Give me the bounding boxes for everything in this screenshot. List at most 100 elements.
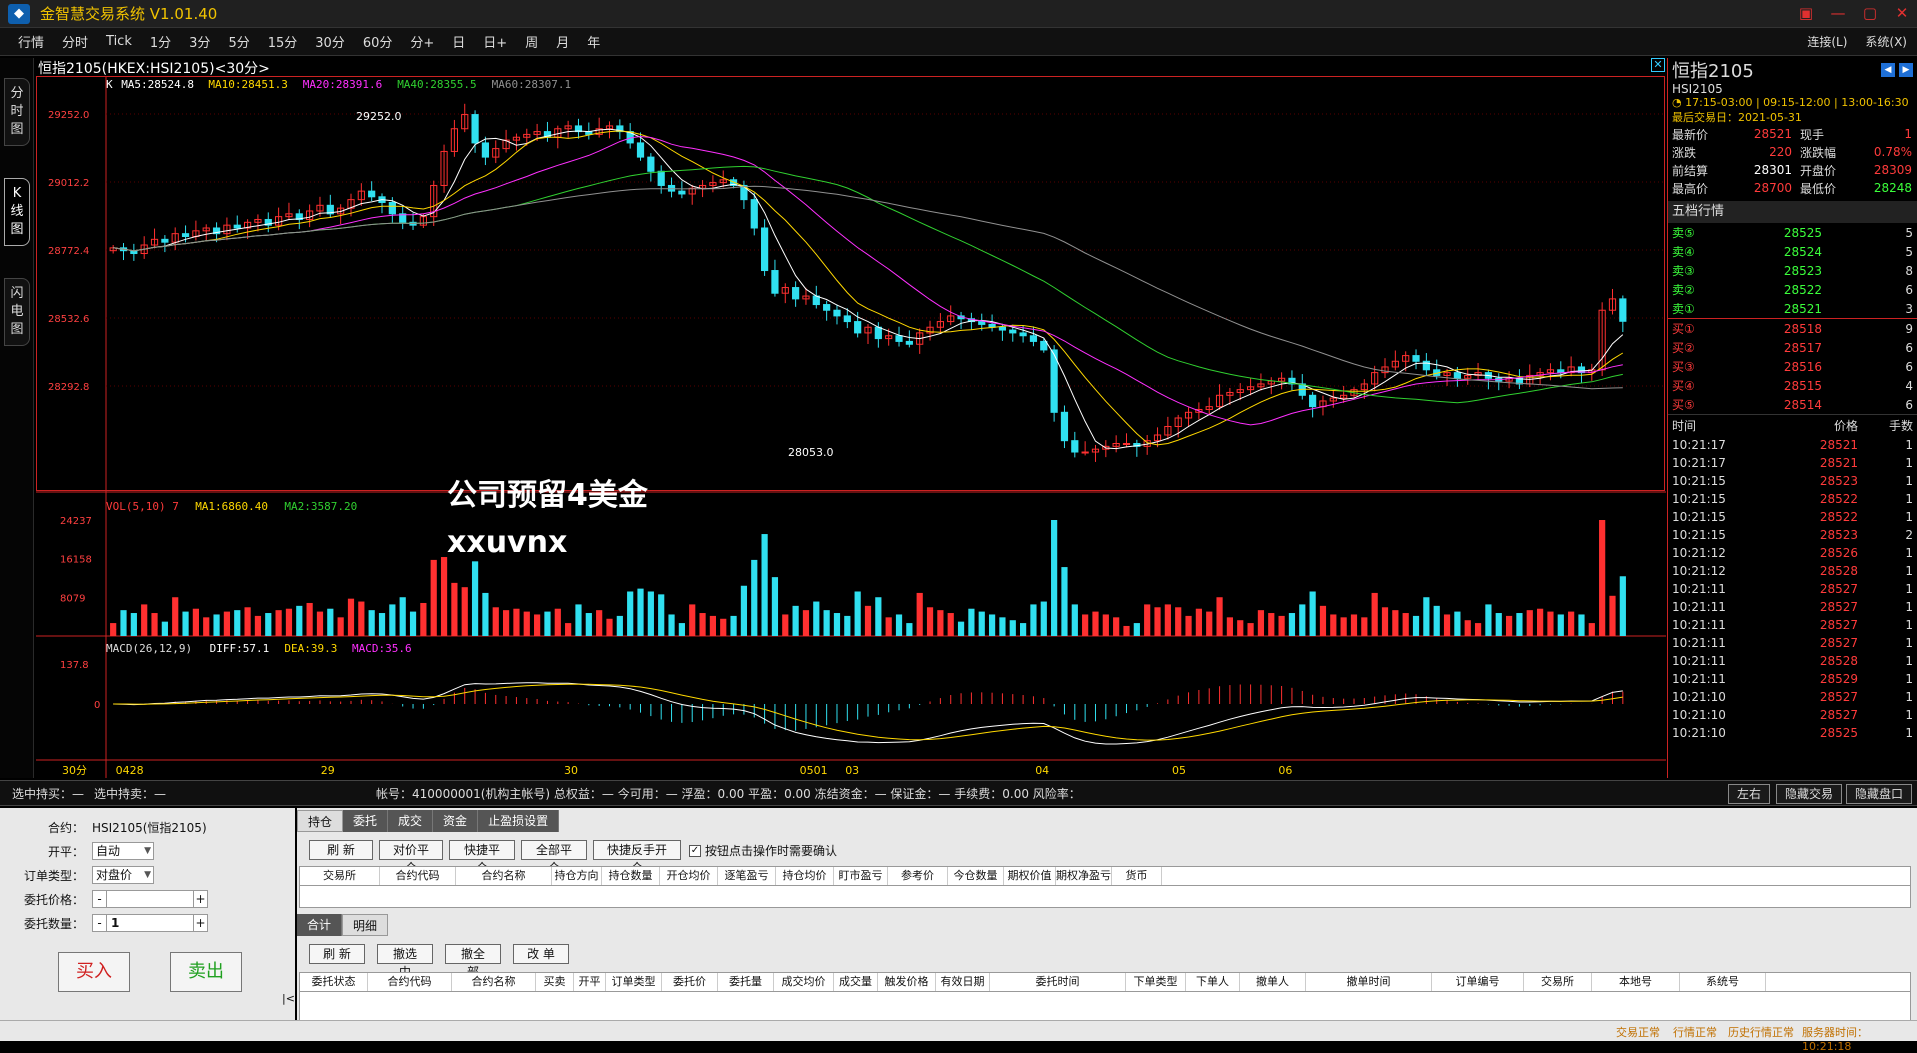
order-col[interactable]: 合约代码 (368, 973, 452, 991)
order-col[interactable]: 委托量 (718, 973, 774, 991)
order-col[interactable]: 触发价格 (878, 973, 936, 991)
trade-tab-4[interactable]: 止盈损设置 (478, 810, 560, 832)
tab-kline[interactable]: K线图 (4, 178, 30, 246)
menu-item-3[interactable]: 1分 (150, 32, 171, 51)
position-col[interactable]: 参考价 (888, 867, 948, 885)
menu-icon[interactable]: ▣ (1797, 4, 1815, 22)
quantity-stepper[interactable]: - 1 + (92, 914, 208, 932)
price-input[interactable] (107, 891, 193, 907)
qty-plus[interactable]: + (193, 915, 207, 931)
price-minus[interactable]: - (93, 891, 107, 907)
checkbox-checked-icon[interactable]: ✓ (689, 844, 701, 857)
bids-level[interactable]: 买① 28518 9 (1668, 319, 1917, 338)
position-col[interactable]: 持仓数量 (602, 867, 660, 885)
bids-level[interactable]: 买⑤ 28514 6 (1668, 395, 1917, 414)
price-stepper[interactable]: - + (92, 890, 208, 908)
buy-button[interactable]: 买入 (58, 952, 130, 992)
order-col[interactable]: 成交量 (834, 973, 878, 991)
asks-level[interactable]: 卖⑤ 28525 5 (1668, 223, 1917, 242)
position-col[interactable]: 逐笔盈亏 (718, 867, 776, 885)
order-col[interactable]: 撤单人 (1240, 973, 1306, 991)
asks-level[interactable]: 卖② 28522 6 (1668, 280, 1917, 299)
position-col[interactable]: 今仓数量 (948, 867, 1004, 885)
qty-input[interactable]: 1 (107, 915, 193, 931)
order-col[interactable]: 委托价 (662, 973, 718, 991)
order-col[interactable]: 订单类型 (606, 973, 662, 991)
position-button-4[interactable]: 快捷反手开仓 (593, 840, 681, 875)
tab-timeshare[interactable]: 分时图 (4, 78, 30, 146)
bids-level[interactable]: 买② 28517 6 (1668, 338, 1917, 357)
order-col[interactable]: 交易所 (1524, 973, 1592, 991)
order-col[interactable]: 合约名称 (452, 973, 536, 991)
menu-item-10[interactable]: 日 (452, 32, 465, 51)
order-col[interactable]: 开平 (574, 973, 606, 991)
asks-level[interactable]: 卖① 28521 3 (1668, 299, 1917, 318)
qty-minus[interactable]: - (93, 915, 107, 931)
position-col[interactable]: 合约代码 (380, 867, 456, 885)
sub-tab-0[interactable]: 合计 (297, 914, 343, 936)
menu-item-4[interactable]: 3分 (189, 32, 210, 51)
order-col[interactable]: 买卖 (536, 973, 574, 991)
confirm-checkbox[interactable]: ✓ 按钮点击操作时需要确认 (689, 842, 837, 859)
position-col[interactable]: 交易所 (300, 867, 380, 885)
menu-item-9[interactable]: 分+ (410, 32, 434, 51)
order-col[interactable]: 有效日期 (936, 973, 990, 991)
prev-contract-icon[interactable]: ◀ (1881, 63, 1895, 77)
tick-list[interactable]: 10:21:17 28521 1 10:21:17 28521 1 10:21:15 2852… (1668, 436, 1917, 742)
order-table-body[interactable] (299, 992, 1911, 1022)
order-col[interactable]: 订单编号 (1432, 973, 1524, 991)
asks-level[interactable]: 卖③ 28523 8 (1668, 261, 1917, 280)
position-button-2[interactable]: 快捷平仓 (449, 840, 515, 875)
menu-item-8[interactable]: 60分 (363, 32, 393, 51)
collapse-button[interactable]: |< (282, 992, 295, 1005)
order-button-0[interactable]: 刷 新 (309, 944, 365, 964)
minimize-icon[interactable]: — (1829, 4, 1847, 22)
hide-trade-button[interactable]: 隐藏交易 (1776, 784, 1843, 804)
order-button-3[interactable]: 改 单 (513, 944, 569, 964)
menu-item-7[interactable]: 30分 (315, 32, 345, 51)
system-menu[interactable]: 系统(X) (1865, 33, 1907, 50)
menu-item-13[interactable]: 月 (556, 32, 569, 51)
sub-tab-1[interactable]: 明细 (342, 914, 389, 936)
hide-quote-button[interactable]: 隐藏盘口 (1846, 784, 1913, 804)
bids-level[interactable]: 买④ 28515 4 (1668, 376, 1917, 395)
position-col[interactable]: 期权价值 (1004, 867, 1056, 885)
position-col[interactable]: 期权净盈亏 (1056, 867, 1112, 885)
position-col[interactable]: 合约名称 (456, 867, 552, 885)
order-button-1[interactable]: 撤选中 (377, 944, 433, 979)
order-button-2[interactable]: 撤全部 (445, 944, 501, 979)
position-button-1[interactable]: 对价平仓 (379, 840, 443, 875)
menu-item-6[interactable]: 15分 (268, 32, 298, 51)
trade-tab-1[interactable]: 委托 (343, 810, 389, 832)
maximize-icon[interactable]: ▢ (1861, 4, 1879, 22)
trade-tab-0[interactable]: 持仓 (297, 810, 344, 832)
kline-chart[interactable]: 28292.8 28532.6 28772.4 29012.2 29252.0 K MA5:… (36, 58, 1666, 778)
price-plus[interactable]: + (193, 891, 207, 907)
connect-menu[interactable]: 连接(L) (1807, 33, 1847, 50)
order-col[interactable]: 系统号 (1680, 973, 1766, 991)
position-col[interactable]: 持仓方向 (552, 867, 602, 885)
position-button-3[interactable]: 全部平仓 (521, 840, 587, 875)
menu-item-1[interactable]: 分时 (62, 32, 88, 51)
position-col[interactable]: 持仓均价 (776, 867, 834, 885)
sell-button[interactable]: 卖出 (170, 952, 242, 992)
menu-item-11[interactable]: 日+ (483, 32, 507, 51)
order-col[interactable]: 下单人 (1186, 973, 1240, 991)
asks-level[interactable]: 卖④ 28524 5 (1668, 242, 1917, 261)
menu-item-14[interactable]: 年 (587, 32, 600, 51)
order-col[interactable]: 下单类型 (1126, 973, 1186, 991)
position-table-body[interactable] (299, 886, 1911, 908)
open-close-select[interactable]: 自动 (92, 842, 154, 860)
tab-lightning[interactable]: 闪电图 (4, 278, 30, 346)
order-col[interactable]: 本地号 (1592, 973, 1680, 991)
menu-item-12[interactable]: 周 (525, 32, 538, 51)
chart-close-icon[interactable]: ✕ (1651, 58, 1665, 72)
left-right-button[interactable]: 左右 (1728, 784, 1771, 804)
next-contract-icon[interactable]: ▶ (1899, 63, 1913, 77)
position-col[interactable]: 盯市盈亏 (834, 867, 888, 885)
chart-area[interactable]: 28292.8 28532.6 28772.4 29012.2 29252.0 K MA5:… (36, 58, 1666, 778)
order-col[interactable]: 成交均价 (774, 973, 834, 991)
trade-tab-2[interactable]: 成交 (388, 810, 434, 832)
order-type-select[interactable]: 对盘价 (92, 866, 154, 884)
order-col[interactable]: 委托时间 (990, 973, 1126, 991)
